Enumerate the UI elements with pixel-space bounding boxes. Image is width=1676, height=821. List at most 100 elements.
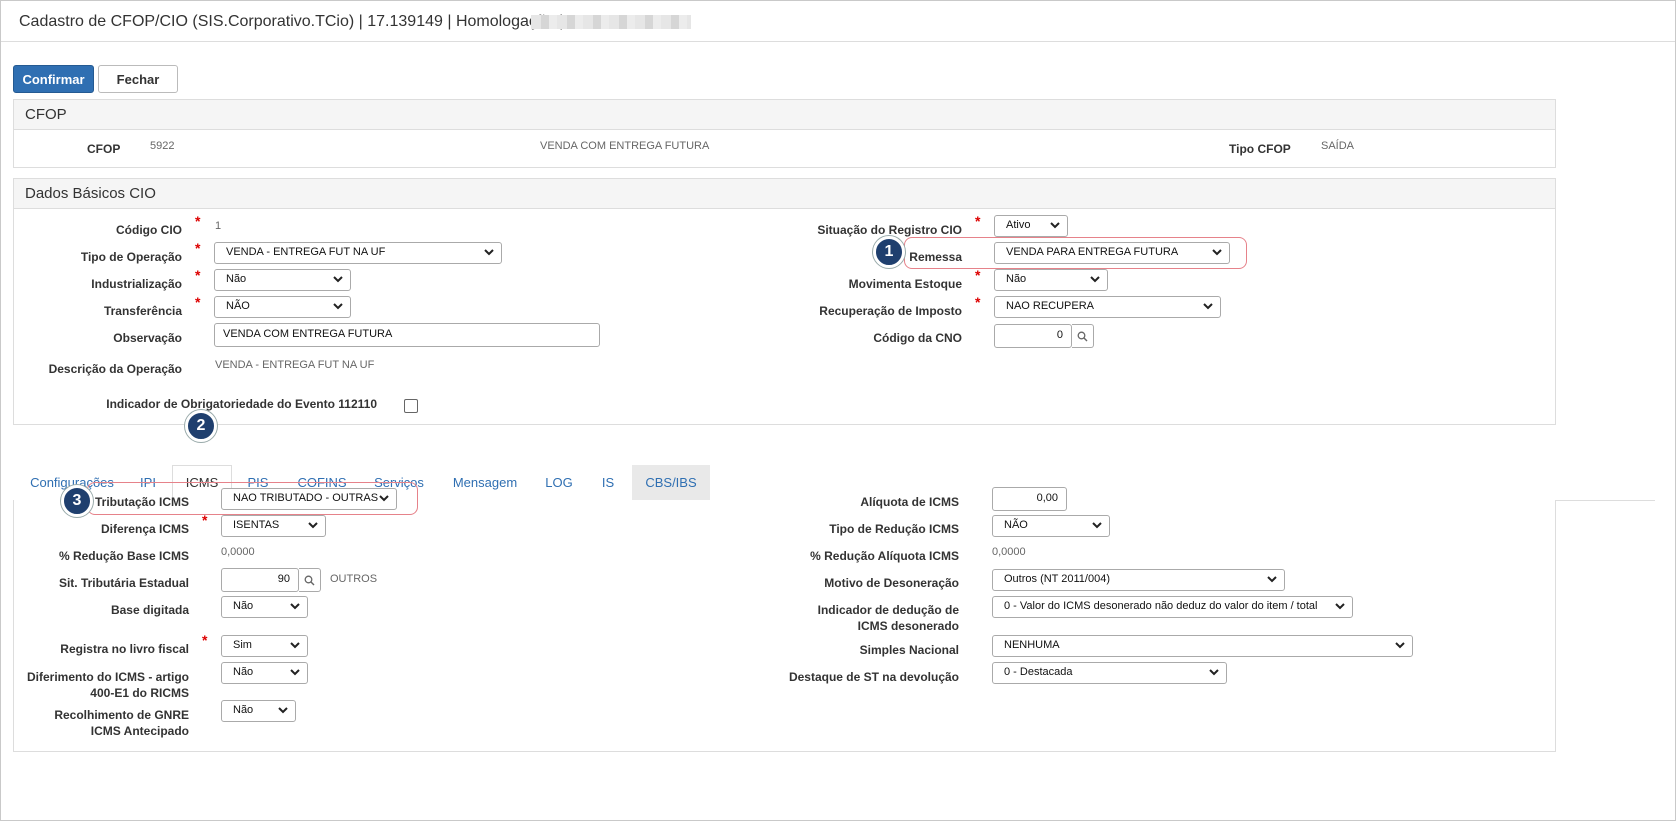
observacao-label: Observação <box>113 331 182 345</box>
chevron-down-icon <box>1209 669 1219 676</box>
search-icon <box>304 575 315 586</box>
destaque-st-select[interactable]: 0 - Destacada <box>992 662 1227 684</box>
indicador-evento-label: Indicador de Obrigatoriedade do Evento 1… <box>106 397 377 411</box>
close-button[interactable]: Fechar <box>98 65 178 93</box>
chevron-down-icon <box>1050 222 1060 229</box>
cfop-label: CFOP <box>87 142 121 156</box>
cno-input[interactable]: 0 <box>994 324 1072 348</box>
tipo-operacao-label: Tipo de Operação <box>80 250 182 264</box>
indicador-deducao-label: Indicador de dedução de ICMS desonerado <box>817 603 959 633</box>
remessa-label: Remessa <box>909 250 962 264</box>
tributacao-select[interactable]: NAO TRIBUTADO - OUTRAS <box>221 488 397 510</box>
required-mark: * <box>195 294 201 310</box>
registra-livro-label: Registra no livro fiscal <box>60 642 189 656</box>
tipo-operacao-select[interactable]: VENDA - ENTREGA FUT NA UF <box>214 242 502 264</box>
cno-label: Código da CNO <box>873 331 962 345</box>
aliquota-label: Alíquota de ICMS <box>860 495 959 509</box>
observacao-input[interactable]: VENDA COM ENTREGA FUTURA <box>214 323 600 347</box>
sit-tributaria-description: OUTROS <box>330 573 378 585</box>
cfop-panel: CFOP CFOP 5922 VENDA COM ENTREGA FUTURA … <box>13 99 1556 168</box>
cno-search-button[interactable] <box>1072 324 1094 348</box>
search-icon <box>1077 331 1088 342</box>
window: Cadastro de CFOP/CIO (SIS.Corporativo.TC… <box>0 0 1676 821</box>
codigo-cio-label: Código CIO <box>116 223 182 237</box>
reducao-base-value: 0,0000 <box>221 546 255 558</box>
codigo-cio-value: 1 <box>215 220 222 232</box>
chevron-down-icon <box>290 642 300 649</box>
aliquota-input[interactable]: 0,00 <box>992 487 1067 511</box>
tributacao-label: Tributação ICMS <box>94 495 189 509</box>
cfop-code: 5922 <box>150 140 175 152</box>
required-mark: * <box>975 267 981 283</box>
movimenta-label: Movimenta Estoque <box>848 277 962 291</box>
cfop-description: VENDA COM ENTREGA FUTURA <box>540 140 710 152</box>
chevron-down-icon <box>1267 576 1277 583</box>
chevron-down-icon <box>1395 642 1405 649</box>
diferenca-select[interactable]: ISENTAS <box>221 515 326 537</box>
reducao-base-label: % Redução Base ICMS <box>58 549 189 563</box>
sit-tributaria-search-button[interactable] <box>299 568 321 592</box>
base-digitada-select[interactable]: Não <box>221 596 308 618</box>
tab-mensagem[interactable]: Mensagem <box>445 465 525 500</box>
motivo-desoneracao-label: Motivo de Desoneração <box>824 576 959 590</box>
tipo-reducao-select[interactable]: NÃO <box>992 515 1110 537</box>
tab-is[interactable]: IS <box>593 465 623 500</box>
required-mark: * <box>195 213 201 229</box>
chevron-down-icon <box>1212 249 1222 256</box>
cfop-panel-heading: CFOP <box>14 100 1555 130</box>
recuperacao-label: Recuperação de Imposto <box>819 304 962 318</box>
movimenta-select[interactable]: Não <box>994 269 1108 291</box>
required-mark: * <box>975 213 981 229</box>
diferenca-label: Diferença ICMS <box>100 522 189 536</box>
destaque-st-label: Destaque de ST na devolução <box>788 670 959 684</box>
reducao-aliquota-label: % Redução Alíquota ICMS <box>810 549 959 563</box>
required-mark: * <box>202 512 208 528</box>
indicador-evento-checkbox[interactable] <box>404 399 418 413</box>
chevron-down-icon <box>333 303 343 310</box>
descricao-operacao-value: VENDA - ENTREGA FUT NA UF <box>215 359 375 371</box>
recuperacao-select[interactable]: NAO RECUPERA <box>994 296 1221 318</box>
title-bar: Cadastro de CFOP/CIO (SIS.Corporativo.TC… <box>1 1 1675 42</box>
chevron-down-icon <box>290 603 300 610</box>
transferencia-label: Transferência <box>103 304 182 318</box>
chevron-down-icon <box>1090 276 1100 283</box>
required-mark: * <box>202 632 208 648</box>
sit-tributaria-label: Sit. Tributária Estadual <box>58 576 189 590</box>
base-digitada-label: Base digitada <box>110 603 189 617</box>
industrializacao-select[interactable]: Não <box>214 269 351 291</box>
tipo-cfop-value: SAÍDA <box>1321 140 1355 152</box>
situacao-label: Situação do Registro CIO <box>817 223 962 237</box>
motivo-desoneracao-select[interactable]: Outros (NT 2011/004) <box>992 569 1285 591</box>
indicador-deducao-select[interactable]: 0 - Valor do ICMS desonerado não deduz d… <box>992 596 1353 618</box>
diferimento-select[interactable]: Não <box>221 662 308 684</box>
callout-badge-2: 2 <box>185 410 217 442</box>
chevron-down-icon <box>379 495 389 502</box>
tab-log[interactable]: LOG <box>535 465 583 500</box>
confirm-button[interactable]: Confirmar <box>13 65 94 93</box>
chevron-down-icon <box>484 249 494 256</box>
simples-nacional-select[interactable]: NENHUMA <box>992 635 1413 657</box>
chevron-down-icon <box>1203 303 1213 310</box>
recolhimento-gnre-select[interactable]: Não <box>221 700 296 722</box>
basic-panel-heading: Dados Básicos CIO <box>14 179 1555 209</box>
chevron-down-icon <box>290 669 300 676</box>
reducao-aliquota-value: 0,0000 <box>992 546 1026 558</box>
recolhimento-gnre-label: Recolhimento de GNRE ICMS Antecipado <box>54 708 189 738</box>
situacao-select[interactable]: Ativo <box>994 215 1068 237</box>
tipo-reducao-label: Tipo de Redução ICMS <box>829 522 959 536</box>
required-mark: * <box>975 294 981 310</box>
registra-livro-select[interactable]: Sim <box>221 635 308 657</box>
remessa-select[interactable]: VENDA PARA ENTREGA FUTURA <box>994 242 1230 264</box>
simples-nacional-label: Simples Nacional <box>859 643 959 657</box>
chevron-down-icon <box>308 522 318 529</box>
required-mark: * <box>195 267 201 283</box>
required-mark: * <box>195 240 201 256</box>
transferencia-select[interactable]: NÃO <box>214 296 351 318</box>
sit-tributaria-input[interactable]: 90 <box>221 568 299 592</box>
chevron-down-icon <box>1092 522 1102 529</box>
industrializacao-label: Industrialização <box>91 277 182 291</box>
tab-cbs-ibs[interactable]: CBS/IBS <box>632 465 710 500</box>
tipo-cfop-label: Tipo CFOP <box>1229 142 1291 156</box>
window-title: Cadastro de CFOP/CIO (SIS.Corporativo.TC… <box>19 13 564 30</box>
chevron-down-icon <box>333 276 343 283</box>
